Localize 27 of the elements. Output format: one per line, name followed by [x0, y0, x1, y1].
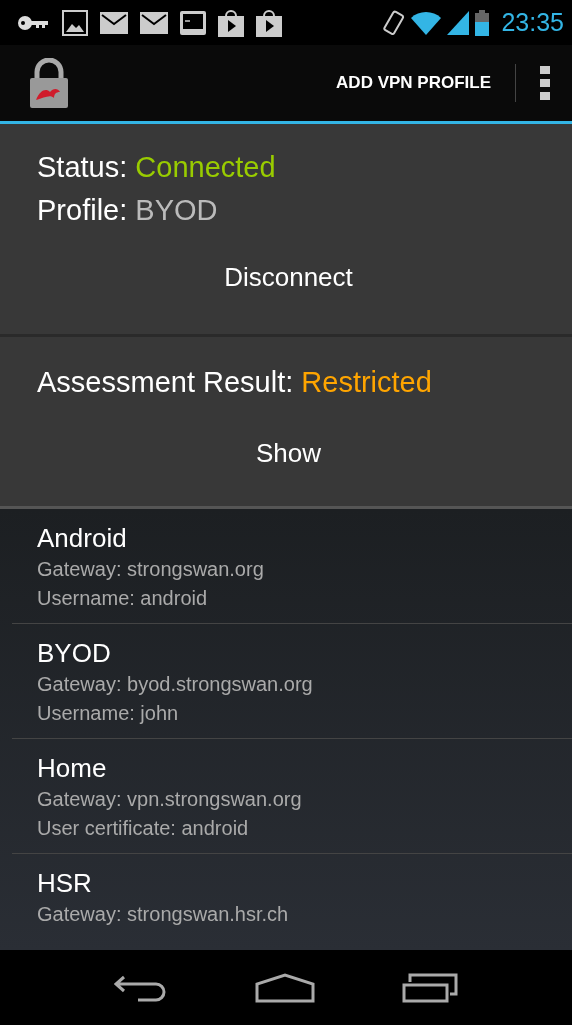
recent-apps-icon[interactable] — [402, 972, 459, 1003]
signal-icon — [447, 10, 470, 35]
add-vpn-profile-button[interactable]: ADD VPN PROFILE — [336, 65, 491, 101]
profile-list-item[interactable]: Home Gateway: vpn.strongswan.org User certificate: android — [12, 739, 572, 854]
overflow-menu-icon[interactable] — [540, 66, 550, 100]
profile-list-item[interactable]: Android Gateway: strongswan.org Username: android — [12, 509, 572, 624]
vibrate-icon — [381, 8, 406, 37]
mail-icon — [140, 11, 168, 34]
key-icon — [18, 14, 50, 31]
disconnect-button[interactable]: Disconnect — [214, 256, 363, 299]
profile-text: Profile: BYOD — [37, 193, 219, 228]
wifi-icon — [411, 10, 442, 35]
image-icon — [62, 9, 88, 36]
status-text: Status: Connected — [37, 150, 277, 185]
padlock-logo-icon — [28, 58, 70, 108]
back-icon[interactable] — [113, 973, 168, 1002]
store-icon — [218, 8, 244, 37]
home-icon[interactable] — [255, 972, 315, 1003]
profile-list-item[interactable]: HSR Gateway: strongswan.hsr.ch — [12, 854, 572, 939]
battery-icon — [475, 9, 490, 36]
profile-list-item[interactable]: BYOD Gateway: byod.strongswan.org Username: john — [12, 624, 572, 739]
clock: 23:35 — [501, 8, 564, 37]
terminal-icon — [180, 10, 206, 35]
show-button[interactable]: Show — [245, 432, 331, 475]
assessment-result-text: Assessment Result: Restricted — [37, 365, 433, 400]
mail-icon — [100, 11, 128, 34]
store-icon — [256, 8, 282, 37]
